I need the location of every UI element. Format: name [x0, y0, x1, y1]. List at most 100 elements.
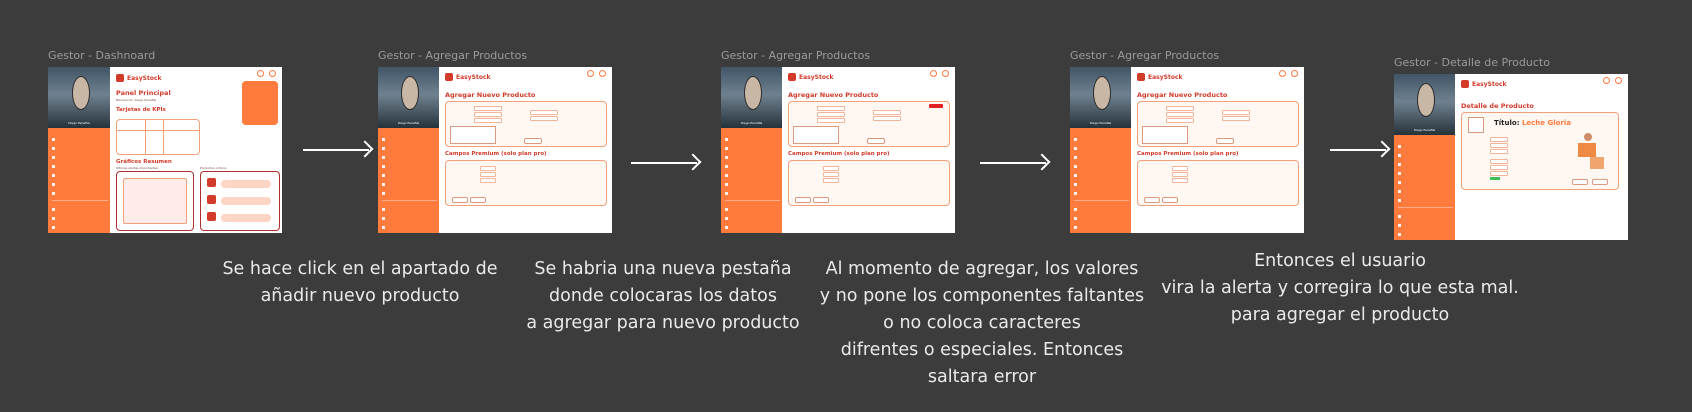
bell-icon[interactable]	[1603, 77, 1610, 84]
sidebar-item[interactable]	[382, 205, 437, 214]
frame-title-detail: Gestor - Detalle de Producto	[1394, 56, 1550, 69]
sidebar-item[interactable]	[52, 189, 108, 198]
confirm-button[interactable]	[813, 197, 829, 203]
sidebar-item[interactable]	[1398, 196, 1453, 205]
edit-button[interactable]	[1572, 179, 1588, 185]
sidebar-item[interactable]	[382, 214, 437, 223]
bell-icon[interactable]	[587, 70, 594, 77]
user-icon[interactable]	[1615, 77, 1622, 84]
sidebar-item[interactable]	[1398, 221, 1453, 230]
welcome-text: Bienvenido, Diego Penafiel	[116, 98, 157, 102]
flow-arrow	[980, 162, 1046, 164]
confirm-button[interactable]	[1162, 197, 1178, 203]
sidebar-item[interactable]	[1398, 151, 1453, 160]
sidebar-item[interactable]	[1074, 162, 1129, 171]
sidebar-item[interactable]	[1398, 239, 1453, 240]
sidebar-item[interactable]	[382, 135, 437, 144]
flow-arrow	[303, 149, 369, 151]
sidebar-item[interactable]	[382, 223, 437, 232]
sidebar-item[interactable]	[52, 153, 108, 162]
bell-icon[interactable]	[257, 70, 264, 77]
cancel-button[interactable]	[795, 197, 811, 203]
sidebar-item[interactable]	[1074, 189, 1129, 198]
sidebar-item[interactable]	[382, 162, 437, 171]
sidebar-item[interactable]	[725, 144, 780, 153]
kpi-title: Tarjetas de KPIs	[116, 107, 166, 113]
sidebar-item[interactable]	[725, 232, 780, 233]
cancel-button[interactable]	[452, 197, 468, 203]
page-title: Agregar Nuevo Producto	[445, 91, 536, 99]
sidebar-item[interactable]	[382, 153, 437, 162]
sidebar-item[interactable]	[1074, 144, 1129, 153]
brand-logo: EasyStock	[1461, 80, 1507, 88]
sidebar-item[interactable]	[1398, 187, 1453, 196]
cancel-button[interactable]	[1144, 197, 1160, 203]
sidebar-item[interactable]	[1074, 205, 1129, 214]
sidebar-item[interactable]	[1398, 178, 1453, 187]
save-button[interactable]	[1216, 138, 1234, 144]
sidebar-item[interactable]	[1074, 232, 1129, 233]
sidebar-item[interactable]	[725, 171, 780, 180]
sidebar-item[interactable]	[382, 180, 437, 189]
sidebar-item[interactable]	[1074, 180, 1129, 189]
sidebar-item[interactable]	[1398, 169, 1453, 178]
add-product-frame-2: Diego Penafiel EasyStock Agregar Nuevo P…	[721, 67, 955, 233]
sidebar-item[interactable]	[1074, 135, 1129, 144]
sidebar-item[interactable]	[1074, 223, 1129, 232]
user-icon[interactable]	[269, 70, 276, 77]
bell-icon[interactable]	[1279, 70, 1286, 77]
title-label: Título:	[1494, 119, 1520, 127]
recent-alerts-title: Últimas alertas importantes	[116, 166, 158, 170]
avatar: Diego Penafiel	[48, 67, 110, 129]
page-title: Panel Principal	[116, 89, 171, 97]
user-icon[interactable]	[1291, 70, 1298, 77]
user-icon[interactable]	[942, 70, 949, 77]
save-button[interactable]	[524, 138, 542, 144]
sidebar-item[interactable]	[52, 214, 108, 223]
critical-item[interactable]	[207, 178, 216, 187]
critical-item[interactable]	[207, 195, 216, 204]
sidebar-item[interactable]	[1398, 142, 1453, 151]
sidebar-item[interactable]	[725, 223, 780, 232]
sidebar-item[interactable]	[725, 214, 780, 223]
confirm-button[interactable]	[470, 197, 486, 203]
sidebar-item[interactable]	[382, 232, 437, 233]
save-button[interactable]	[867, 138, 885, 144]
sidebar-item[interactable]	[1398, 230, 1453, 239]
premium-form	[1137, 160, 1299, 206]
critical-products-panel	[200, 171, 280, 231]
product-form	[1137, 101, 1299, 147]
sidebar-item[interactable]	[1074, 171, 1129, 180]
bell-icon[interactable]	[930, 70, 937, 77]
sidebar-item[interactable]	[1398, 160, 1453, 169]
sidebar-item[interactable]	[725, 153, 780, 162]
sidebar-item[interactable]	[725, 189, 780, 198]
premium-title: Campos Premium (solo plan pro)	[445, 151, 547, 157]
sidebar-item[interactable]	[382, 189, 437, 198]
sidebar-item[interactable]	[1074, 214, 1129, 223]
critical-item[interactable]	[207, 212, 216, 221]
frame-title-add-1: Gestor - Agregar Productos	[378, 49, 528, 62]
sidebar-item[interactable]	[52, 144, 108, 153]
sidebar-item[interactable]	[52, 223, 108, 232]
frame-title-add-2: Gestor - Agregar Productos	[721, 49, 871, 62]
sidebar-item[interactable]	[52, 180, 108, 189]
alerts-card	[242, 81, 278, 125]
user-icon[interactable]	[599, 70, 606, 77]
charts-title: Gráficos Resumen	[116, 159, 172, 165]
sidebar-item[interactable]	[52, 162, 108, 171]
sidebar-item[interactable]	[725, 205, 780, 214]
sidebar-item[interactable]	[1074, 153, 1129, 162]
sidebar-item-add-product[interactable]	[52, 205, 108, 214]
sidebar-item[interactable]	[725, 180, 780, 189]
sidebar-item[interactable]	[1398, 212, 1453, 221]
sidebar-item[interactable]	[725, 135, 780, 144]
delete-button[interactable]	[1592, 179, 1608, 185]
sidebar-item[interactable]	[52, 171, 108, 180]
sidebar-item[interactable]	[725, 162, 780, 171]
sidebar-item[interactable]	[52, 232, 108, 233]
sidebar-item[interactable]	[52, 135, 108, 144]
sidebar-nav	[52, 135, 108, 233]
sidebar-item[interactable]	[382, 144, 437, 153]
sidebar-item[interactable]	[382, 171, 437, 180]
